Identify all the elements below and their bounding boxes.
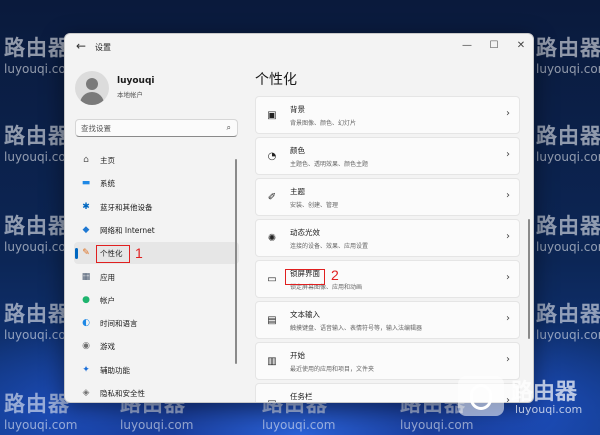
card-title: 开始 bbox=[290, 351, 305, 360]
avatar-head bbox=[86, 78, 98, 90]
taskbar-icon: ▭ bbox=[267, 397, 277, 403]
sidebar-item-label: 系统 bbox=[100, 179, 115, 189]
card-subtitle: 最近使用的应用和项目，文件夹 bbox=[290, 366, 375, 373]
title-bar: ← 设置 — ☐ ✕ bbox=[65, 34, 533, 60]
router-icon bbox=[470, 384, 492, 410]
sidebar-item-label: 应用 bbox=[100, 272, 115, 282]
close-button[interactable]: ✕ bbox=[511, 38, 531, 54]
highlight-box-personalization bbox=[96, 245, 130, 263]
search-icon[interactable]: ⌕ bbox=[227, 123, 231, 133]
card-subtitle: 连接的设备、效果、应用设置 bbox=[290, 243, 369, 250]
router-logo bbox=[458, 376, 504, 416]
sidebar-item-monitor[interactable]: ▬ 系统 bbox=[74, 172, 239, 194]
sidebar-scrollbar[interactable] bbox=[235, 159, 237, 364]
brush-icon: ✎ bbox=[82, 248, 90, 259]
monitor-icon: ▬ bbox=[81, 178, 91, 189]
card-subtitle: 安装、创建、管理 bbox=[290, 202, 339, 209]
wifi-icon: ◆ bbox=[82, 224, 90, 235]
watermark: 路由器luyouqi.com bbox=[536, 214, 600, 254]
image-icon: ▣ bbox=[267, 110, 277, 121]
highlight-box-lock-screen bbox=[285, 269, 325, 285]
content-scrollbar[interactable] bbox=[528, 219, 530, 339]
chevron-right-icon: › bbox=[506, 108, 510, 119]
pen-icon: ✐ bbox=[267, 192, 277, 203]
chevron-right-icon: › bbox=[506, 395, 510, 403]
lock-screen-icon: ▭ bbox=[267, 274, 277, 285]
chevron-right-icon: › bbox=[506, 354, 510, 365]
back-button[interactable]: ← bbox=[72, 39, 90, 55]
card-title: 主题 bbox=[290, 187, 305, 196]
profile-name: luyouqi bbox=[117, 76, 155, 86]
profile-account-type: 本地帐户 bbox=[117, 91, 143, 99]
shield-icon: ◈ bbox=[82, 388, 90, 398]
sidebar-item-account[interactable]: ● 帐户 bbox=[74, 289, 239, 311]
watermark: 路由器luyouqi.com bbox=[536, 302, 600, 342]
arrow-left-icon: ← bbox=[75, 39, 87, 53]
sidebar-item-globe-clock[interactable]: ◐ 时间和语言 bbox=[74, 312, 239, 334]
step-number-2: 2 bbox=[331, 267, 339, 283]
chevron-right-icon: › bbox=[506, 272, 510, 283]
sidebar-item-label: 帐户 bbox=[100, 295, 115, 305]
step-number-1: 1 bbox=[135, 245, 143, 261]
sidebar-item-label: 时间和语言 bbox=[100, 319, 138, 329]
palette-icon: ◔ bbox=[267, 151, 277, 162]
settings-card-pen[interactable]: ✐ 主题安装、创建、管理 › bbox=[255, 178, 520, 216]
watermark: 路由器luyouqi.com bbox=[536, 36, 600, 76]
watermark: 路由器luyouqi.com bbox=[536, 124, 600, 164]
sidebar-item-gamepad[interactable]: ◉ 游戏 bbox=[74, 335, 239, 357]
chevron-right-icon: › bbox=[506, 231, 510, 242]
card-title: 背景 bbox=[290, 105, 305, 114]
settings-card-start[interactable]: ▥ 开始最近使用的应用和项目，文件夹 › bbox=[255, 342, 520, 380]
search-box[interactable]: ⌕ bbox=[75, 119, 238, 137]
sidebar-item-apps[interactable]: ▦ 应用 bbox=[74, 266, 239, 288]
logo-url: luyouqi.com bbox=[515, 403, 583, 416]
sidebar-item-label: 隐私和安全性 bbox=[100, 389, 145, 398]
sidebar-item-label: 蓝牙和其他设备 bbox=[100, 202, 153, 212]
bluetooth-icon: ✱ bbox=[82, 201, 90, 212]
card-subtitle: 触摸键盘、语音输入、表情符号等，输入法编辑器 bbox=[290, 325, 423, 332]
settings-card-sun[interactable]: ✺ 动态光效连接的设备、效果、应用设置 › bbox=[255, 219, 520, 257]
page-title: 个性化 bbox=[255, 72, 297, 88]
globe-clock-icon: ◐ bbox=[82, 318, 90, 329]
gamepad-icon: ◉ bbox=[82, 341, 90, 352]
sidebar-item-home[interactable]: ⌂ 主页 bbox=[74, 149, 239, 171]
chevron-right-icon: › bbox=[506, 149, 510, 160]
window-title: 设置 bbox=[95, 43, 111, 52]
card-title: 文本输入 bbox=[290, 310, 320, 319]
logo-text: 路由器 bbox=[511, 380, 578, 405]
search-input[interactable] bbox=[81, 122, 211, 135]
card-title: 任务栏 bbox=[290, 392, 313, 401]
selection-indicator bbox=[75, 248, 78, 260]
chevron-right-icon: › bbox=[506, 313, 510, 324]
avatar-body bbox=[80, 92, 104, 105]
sidebar-item-label: 网络和 Internet bbox=[100, 225, 155, 235]
card-subtitle: 主题色、透明效果、颜色主题 bbox=[290, 161, 369, 168]
card-title: 动态光效 bbox=[290, 228, 320, 237]
sidebar-item-label: 游戏 bbox=[100, 342, 115, 352]
sidebar-item-bluetooth[interactable]: ✱ 蓝牙和其他设备 bbox=[74, 196, 239, 218]
apps-icon: ▦ bbox=[81, 271, 91, 282]
start-icon: ▥ bbox=[267, 356, 277, 367]
settings-card-keyboard[interactable]: ▤ 文本输入触摸键盘、语音输入、表情符号等，输入法编辑器 › bbox=[255, 301, 520, 339]
chevron-right-icon: › bbox=[506, 190, 510, 201]
settings-window: ← 设置 — ☐ ✕ luyouqi 本地帐户 ⌕ ⌂ 主页 ▬ 系统 ✱ 蓝牙和其他设备… bbox=[64, 33, 534, 403]
sidebar-item-label: 辅助功能 bbox=[100, 365, 130, 375]
sidebar-item-accessibility[interactable]: ✦ 辅助功能 bbox=[74, 359, 239, 381]
sun-icon: ✺ bbox=[267, 233, 277, 244]
keyboard-icon: ▤ bbox=[267, 315, 277, 326]
settings-card-image[interactable]: ▣ 背景背景图像、颜色、幻灯片 › bbox=[255, 96, 520, 134]
card-title: 颜色 bbox=[290, 146, 305, 155]
settings-card-palette[interactable]: ◔ 颜色主题色、透明效果、颜色主题 › bbox=[255, 137, 520, 175]
avatar[interactable] bbox=[75, 71, 109, 105]
minimize-button[interactable]: — bbox=[457, 38, 477, 54]
card-subtitle: 背景图像、颜色、幻灯片 bbox=[290, 120, 357, 127]
home-icon: ⌂ bbox=[83, 155, 89, 165]
account-icon: ● bbox=[82, 294, 90, 305]
maximize-button[interactable]: ☐ bbox=[484, 38, 504, 54]
sidebar-item-shield[interactable]: ◈ 隐私和安全性 bbox=[74, 382, 239, 402]
sidebar-item-label: 主页 bbox=[100, 156, 115, 165]
accessibility-icon: ✦ bbox=[82, 364, 90, 375]
sidebar-item-wifi[interactable]: ◆ 网络和 Internet bbox=[74, 219, 239, 241]
